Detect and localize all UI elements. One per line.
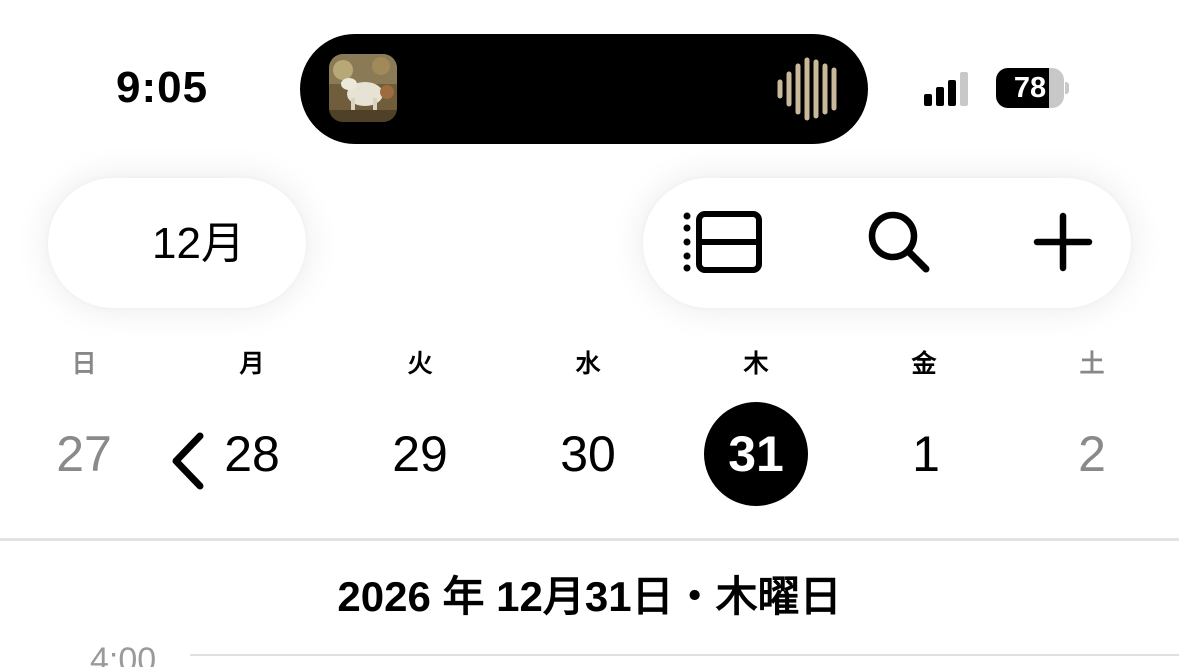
timeline-hour-line: [190, 654, 1179, 656]
battery-indicator: 78: [996, 68, 1069, 108]
list-view-icon: [683, 210, 763, 279]
battery-cap: [1065, 82, 1069, 94]
plus-icon: [1033, 212, 1093, 277]
timeline-hour-label: 4:00: [90, 641, 157, 667]
add-event-button[interactable]: [1023, 208, 1103, 280]
cellular-signal-icon: [924, 72, 968, 106]
weekday-label-fri: 金: [911, 350, 937, 378]
selected-date-heading: 2026 年 12月31日・木曜日: [337, 573, 842, 620]
search-icon: [866, 209, 932, 280]
day-cell[interactable]: 30: [536, 418, 640, 490]
weekday-label-tue: 火: [407, 350, 433, 378]
chevron-left-icon: [84, 216, 204, 490]
day-cell[interactable]: 1: [874, 418, 978, 490]
status-time: 9:05: [116, 63, 209, 112]
album-artwork[interactable]: [329, 54, 397, 122]
calendar-day-screen: 9:05 78 12月 日 月 火 水 木 金 土 27 28 29 30 31…: [0, 0, 1179, 667]
weekday-label-thu: 木: [743, 350, 769, 378]
back-to-month-button[interactable]: 12月: [48, 178, 306, 490]
day-cell[interactable]: 27: [32, 418, 136, 490]
day-cell[interactable]: 29: [368, 418, 472, 490]
waveform-icon: [776, 56, 840, 122]
dynamic-island[interactable]: [300, 34, 868, 144]
back-month-label: 12月: [152, 219, 245, 268]
weekday-label-wed: 水: [575, 350, 601, 378]
battery-percentage: 78: [1013, 72, 1047, 104]
day-cell[interactable]: 2: [1040, 418, 1144, 490]
weekday-label-sun: 日: [71, 350, 97, 378]
toolbar-group: [643, 178, 1131, 308]
list-view-button[interactable]: [683, 208, 763, 280]
weekday-label-mon: 月: [239, 350, 265, 378]
day-cell-today[interactable]: 31: [704, 402, 808, 506]
search-button[interactable]: [859, 208, 939, 280]
weekday-label-sat: 土: [1079, 350, 1105, 378]
week-strip-divider: [0, 538, 1179, 541]
day-cell[interactable]: 28: [200, 418, 304, 490]
